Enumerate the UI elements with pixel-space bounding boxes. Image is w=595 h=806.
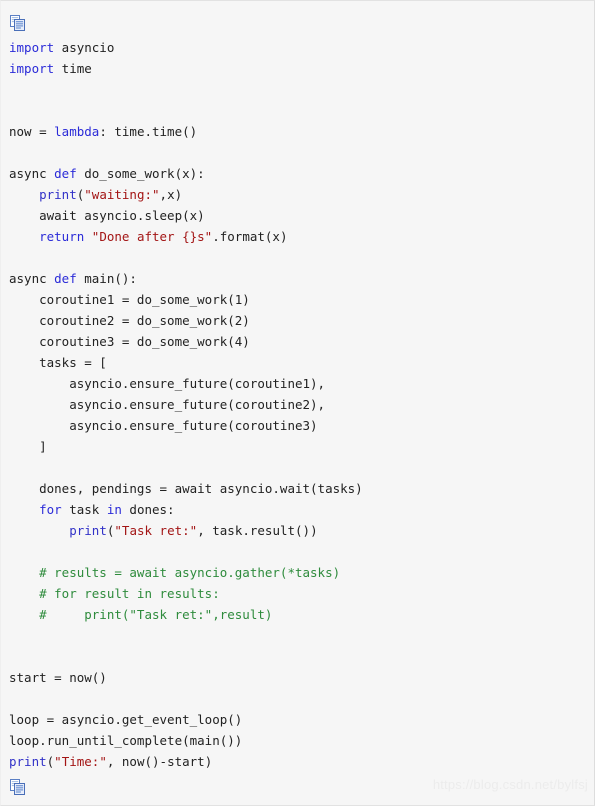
code-line: ] <box>9 436 594 457</box>
code-line: # for result in results: <box>9 583 594 604</box>
code-token: dones: <box>121 502 175 517</box>
code-token: asyncio.ensure_future(coroutine1), <box>9 376 326 391</box>
code-line: ​ <box>9 625 594 646</box>
code-token: do_some_work(x): <box>76 166 205 181</box>
code-line: ​ <box>9 688 594 709</box>
code-line: ​ <box>9 646 594 667</box>
code-token: : time.time() <box>99 124 198 139</box>
code-token: ] <box>9 439 47 454</box>
code-line: ​ <box>9 142 594 163</box>
code-token: async <box>9 271 55 286</box>
copy-code-icon[interactable] <box>9 778 27 796</box>
code-token: asyncio <box>54 40 115 55</box>
code-line: async def do_some_work(x): <box>9 163 594 184</box>
code-text-area[interactable]: import asyncioimport time​​now = lambda:… <box>1 37 594 772</box>
code-token: tasks = [ <box>9 355 107 370</box>
code-token: , now()-start) <box>106 754 213 769</box>
code-token: ,x) <box>159 187 183 202</box>
code-snippet-block: import asyncioimport time​​now = lambda:… <box>0 0 595 806</box>
code-token: "Time:" <box>54 754 107 769</box>
site-watermark: https://blog.csdn.net/bylfsj <box>432 777 588 792</box>
code-token: time <box>54 61 92 76</box>
code-line: import time <box>9 58 594 79</box>
code-token: print <box>9 754 47 769</box>
code-line: tasks = [ <box>9 352 594 373</box>
code-token: coroutine1 = do_some_work(1) <box>9 292 250 307</box>
code-line: ​ <box>9 100 594 121</box>
code-token: async <box>9 166 55 181</box>
code-token: main(): <box>76 271 137 286</box>
code-token: coroutine3 = do_some_work(4) <box>9 334 250 349</box>
code-line: ​ <box>9 79 594 100</box>
code-line: dones, pendings = await asyncio.wait(tas… <box>9 478 594 499</box>
code-token: lambda <box>54 124 100 139</box>
code-token: "waiting:" <box>84 187 160 202</box>
code-token: start = now() <box>9 670 107 685</box>
code-token: import <box>9 40 55 55</box>
code-line: async def main(): <box>9 268 594 289</box>
python-source-code: import asyncioimport time​​now = lambda:… <box>9 37 594 772</box>
code-token: import <box>9 61 55 76</box>
code-line: loop = asyncio.get_event_loop() <box>9 709 594 730</box>
code-line: print("waiting:",x) <box>9 184 594 205</box>
code-line: coroutine1 = do_some_work(1) <box>9 289 594 310</box>
code-line: coroutine2 = do_some_work(2) <box>9 310 594 331</box>
code-token: in <box>106 502 122 517</box>
code-token: , task.result()) <box>197 523 318 538</box>
code-token: coroutine2 = do_some_work(2) <box>9 313 250 328</box>
code-token: loop.run_until_complete(main()) <box>9 733 243 748</box>
code-line: asyncio.ensure_future(coroutine2), <box>9 394 594 415</box>
code-line: import asyncio <box>9 37 594 58</box>
code-line: ​ <box>9 541 594 562</box>
copy-code-icon[interactable] <box>9 14 27 32</box>
code-token: def <box>54 271 77 286</box>
code-line: asyncio.ensure_future(coroutine3) <box>9 415 594 436</box>
code-line: for task in dones: <box>9 499 594 520</box>
code-token: task <box>61 502 107 517</box>
code-line: print("Task ret:", task.result()) <box>9 520 594 541</box>
code-line: await asyncio.sleep(x) <box>9 205 594 226</box>
code-token: def <box>54 166 77 181</box>
code-token: .format(x) <box>212 229 288 244</box>
code-token: "Done after {}s" <box>91 229 213 244</box>
code-token: dones, pendings = await asyncio.wait(tas… <box>9 481 363 496</box>
code-token: return <box>39 229 85 244</box>
code-token: for <box>39 502 62 517</box>
code-line: start = now() <box>9 667 594 688</box>
code-line: asyncio.ensure_future(coroutine1), <box>9 373 594 394</box>
code-token: print <box>69 523 107 538</box>
code-line: print("Time:", now()-start) <box>9 751 594 772</box>
code-line: ​ <box>9 247 594 268</box>
code-token: asyncio.ensure_future(coroutine2), <box>9 397 326 412</box>
code-line: loop.run_until_complete(main()) <box>9 730 594 751</box>
code-token: loop = asyncio.get_event_loop() <box>9 712 243 727</box>
code-token: # for result in results: <box>9 586 220 601</box>
code-line: now = lambda: time.time() <box>9 121 594 142</box>
code-token: "Task ret:" <box>114 523 198 538</box>
code-token: now = <box>9 124 55 139</box>
code-line: return "Done after {}s".format(x) <box>9 226 594 247</box>
code-line: ​ <box>9 457 594 478</box>
code-line: # print("Task ret:",result) <box>9 604 594 625</box>
code-token: # results = await asyncio.gather(*tasks) <box>9 565 341 580</box>
code-token: await asyncio.sleep(x) <box>9 208 205 223</box>
code-token: asyncio.ensure_future(coroutine3) <box>9 418 318 433</box>
code-token: print <box>39 187 77 202</box>
code-line: coroutine3 = do_some_work(4) <box>9 331 594 352</box>
code-token: # print("Task ret:",result) <box>9 607 273 622</box>
code-line: # results = await asyncio.gather(*tasks) <box>9 562 594 583</box>
